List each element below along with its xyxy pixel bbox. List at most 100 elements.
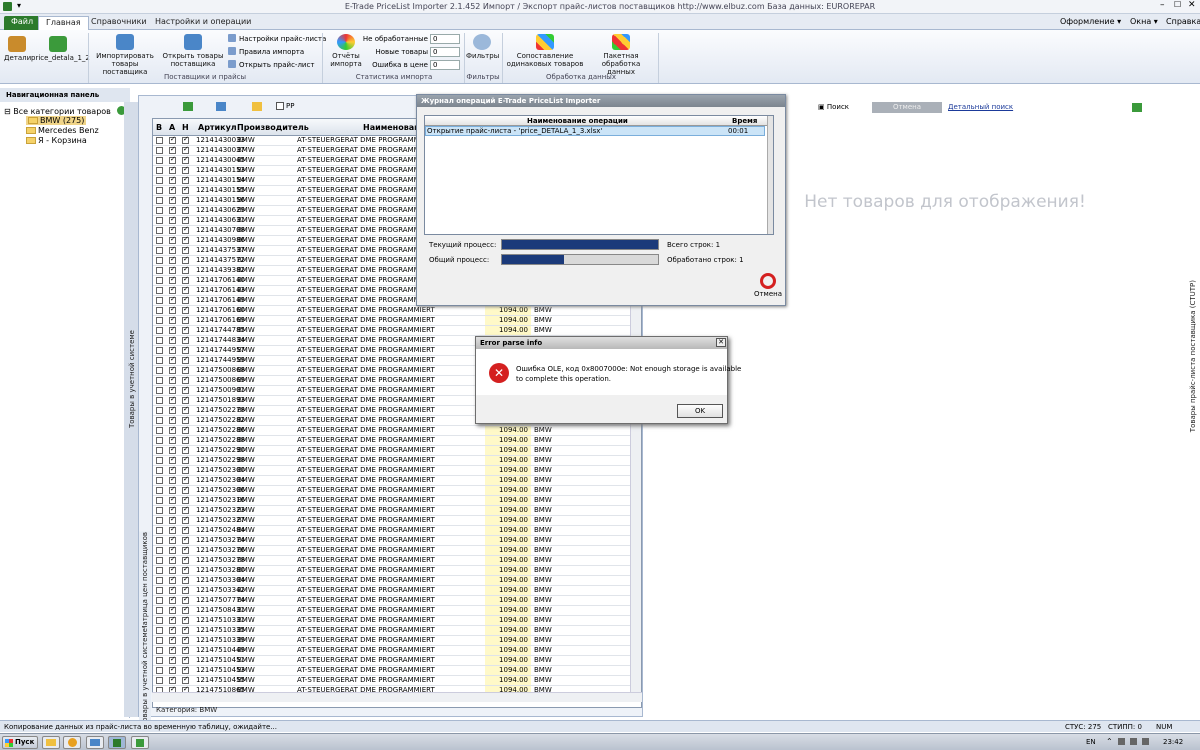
- row-checkbox-b[interactable]: [156, 637, 163, 644]
- price-settings-button[interactable]: Настройки прайс-листа: [228, 34, 326, 43]
- row-checkbox-b[interactable]: [156, 577, 163, 584]
- table-row[interactable]: 12147502484BMWAT-STEUERGERAT DME PROGRAM…: [153, 525, 641, 536]
- row-checkbox-a[interactable]: [169, 615, 176, 624]
- row-checkbox-b[interactable]: [156, 287, 163, 294]
- row-checkbox-n[interactable]: [182, 215, 189, 224]
- language-indicator[interactable]: EN: [1086, 738, 1096, 746]
- row-checkbox-a[interactable]: [169, 515, 176, 524]
- row-checkbox-n[interactable]: [182, 395, 189, 404]
- detailed-search-link[interactable]: Детальный поиск: [948, 103, 1013, 111]
- tray-network-icon[interactable]: [1118, 738, 1125, 745]
- row-checkbox-n[interactable]: [182, 585, 189, 594]
- table-row[interactable]: 12147502316BMWAT-STEUERGERAT DME PROGRAM…: [153, 495, 641, 506]
- import-goods-button[interactable]: Импортировать товары поставщика: [90, 34, 160, 76]
- row-checkbox-a[interactable]: [169, 675, 176, 684]
- row-checkbox-b[interactable]: [156, 247, 163, 254]
- row-checkbox-n[interactable]: [182, 455, 189, 464]
- table-row[interactable]: 12147510455BMWAT-STEUERGERAT DME PROGRAM…: [153, 675, 641, 686]
- row-checkbox-b[interactable]: [156, 217, 163, 224]
- row-checkbox-b[interactable]: [156, 397, 163, 404]
- row-checkbox-n[interactable]: [182, 675, 189, 684]
- row-checkbox-n[interactable]: [182, 175, 189, 184]
- row-checkbox-n[interactable]: [182, 305, 189, 314]
- row-checkbox-a[interactable]: [169, 665, 176, 674]
- table-row[interactable]: 12141706160BMWAT-STEUERGERAT DME PROGRAM…: [153, 305, 641, 316]
- table-row[interactable]: 12147502323BMWAT-STEUERGERAT DME PROGRAM…: [153, 505, 641, 516]
- row-checkbox-n[interactable]: [182, 205, 189, 214]
- row-checkbox-a[interactable]: [169, 505, 176, 514]
- row-checkbox-a[interactable]: [169, 555, 176, 564]
- row-checkbox-n[interactable]: [182, 265, 189, 274]
- start-button[interactable]: Пуск: [2, 736, 38, 749]
- row-checkbox-a[interactable]: [169, 385, 176, 394]
- table-row[interactable]: 12141706169BMWAT-STEUERGERAT DME PROGRAM…: [153, 315, 641, 326]
- row-checkbox-n[interactable]: [182, 415, 189, 424]
- row-checkbox-a[interactable]: [169, 395, 176, 404]
- row-checkbox-n[interactable]: [182, 365, 189, 374]
- row-checkbox-a[interactable]: [169, 475, 176, 484]
- row-checkbox-b[interactable]: [156, 367, 163, 374]
- row-checkbox-n[interactable]: [182, 625, 189, 634]
- row-checkbox-b[interactable]: [156, 357, 163, 364]
- table-row[interactable]: 12147510335BMWAT-STEUERGERAT DME PROGRAM…: [153, 625, 641, 636]
- tab-price-matrix[interactable]: Матрица цен поставщиков: [139, 532, 151, 632]
- row-checkbox-n[interactable]: [182, 595, 189, 604]
- row-checkbox-a[interactable]: [169, 325, 176, 334]
- row-checkbox-n[interactable]: [182, 185, 189, 194]
- row-checkbox-n[interactable]: [182, 405, 189, 414]
- row-checkbox-a[interactable]: [169, 375, 176, 384]
- row-checkbox-n[interactable]: [182, 475, 189, 484]
- row-checkbox-b[interactable]: [156, 677, 163, 684]
- row-checkbox-b[interactable]: [156, 177, 163, 184]
- tree-all-categories[interactable]: ⊟ Все категории товаров: [4, 107, 111, 116]
- row-checkbox-n[interactable]: [182, 255, 189, 264]
- export-icon[interactable]: [1132, 103, 1142, 112]
- row-checkbox-b[interactable]: [156, 557, 163, 564]
- table-horizontal-scrollbar[interactable]: [152, 692, 642, 702]
- row-checkbox-b[interactable]: [156, 587, 163, 594]
- row-checkbox-a[interactable]: [169, 535, 176, 544]
- detail-button[interactable]: Детали: [4, 36, 31, 62]
- app-icon[interactable]: [3, 2, 12, 11]
- minimize-icon[interactable]: –: [1160, 0, 1165, 10]
- sort-icon[interactable]: [216, 102, 226, 111]
- row-checkbox-a[interactable]: [169, 285, 176, 294]
- open-goods-button[interactable]: Открыть товары поставщика: [160, 34, 226, 68]
- table-row[interactable]: 12147502286BMWAT-STEUERGERAT DME PROGRAM…: [153, 425, 641, 436]
- table-row[interactable]: 12147503274BMWAT-STEUERGERAT DME PROGRAM…: [153, 535, 641, 546]
- tray-flag-icon[interactable]: [1142, 738, 1149, 745]
- export-icon[interactable]: [183, 102, 193, 111]
- row-checkbox-b[interactable]: [156, 417, 163, 424]
- row-checkbox-a[interactable]: [169, 145, 176, 154]
- ok-button[interactable]: OK: [677, 404, 723, 418]
- row-checkbox-a[interactable]: [169, 185, 176, 194]
- row-checkbox-b[interactable]: [156, 297, 163, 304]
- row-checkbox-b[interactable]: [156, 237, 163, 244]
- row-checkbox-b[interactable]: [156, 277, 163, 284]
- row-checkbox-a[interactable]: [169, 455, 176, 464]
- table-row[interactable]: 12147503304BMWAT-STEUERGERAT DME PROGRAM…: [153, 575, 641, 586]
- row-checkbox-n[interactable]: [182, 665, 189, 674]
- row-checkbox-a[interactable]: [169, 585, 176, 594]
- row-checkbox-a[interactable]: [169, 625, 176, 634]
- row-checkbox-a[interactable]: [169, 225, 176, 234]
- row-checkbox-a[interactable]: [169, 635, 176, 644]
- tab-accounting-goods[interactable]: Товары в учетной системе: [139, 628, 151, 727]
- table-row[interactable]: 12147508431BMWAT-STEUERGERAT DME PROGRAM…: [153, 605, 641, 616]
- row-checkbox-n[interactable]: [182, 165, 189, 174]
- row-checkbox-n[interactable]: [182, 435, 189, 444]
- row-checkbox-n[interactable]: [182, 505, 189, 514]
- row-checkbox-b[interactable]: [156, 317, 163, 324]
- row-checkbox-n[interactable]: [182, 385, 189, 394]
- row-checkbox-n[interactable]: [182, 195, 189, 204]
- table-row[interactable]: 12147502290BMWAT-STEUERGERAT DME PROGRAM…: [153, 445, 641, 456]
- journal-col-time[interactable]: Время: [732, 117, 757, 125]
- design-menu[interactable]: Оформление ▾: [1060, 17, 1121, 26]
- taskbar-app-mail[interactable]: [86, 736, 104, 749]
- row-checkbox-a[interactable]: [169, 595, 176, 604]
- row-checkbox-a[interactable]: [169, 215, 176, 224]
- tab-references[interactable]: Справочники: [84, 16, 154, 30]
- taskbar-app-importer[interactable]: [108, 736, 126, 749]
- row-checkbox-n[interactable]: [182, 325, 189, 334]
- row-checkbox-b[interactable]: [156, 527, 163, 534]
